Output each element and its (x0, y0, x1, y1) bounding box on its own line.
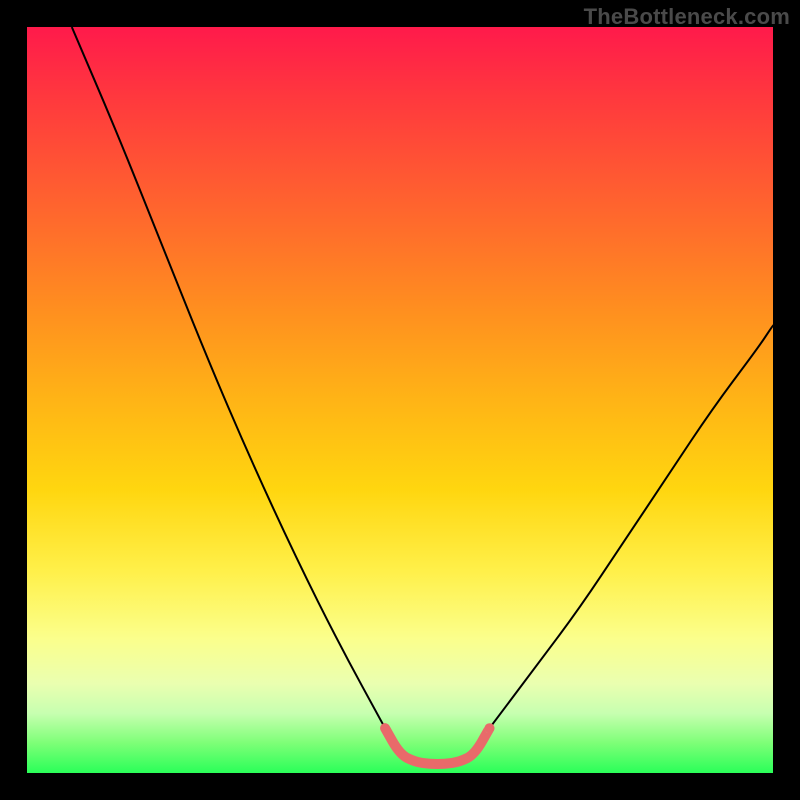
curve-svg (27, 27, 773, 773)
curve-left-branch (72, 27, 385, 728)
chart-frame: TheBottleneck.com (0, 0, 800, 800)
curve-right-branch (490, 325, 774, 728)
curve-valley-floor (385, 728, 489, 764)
plot-area (27, 27, 773, 773)
